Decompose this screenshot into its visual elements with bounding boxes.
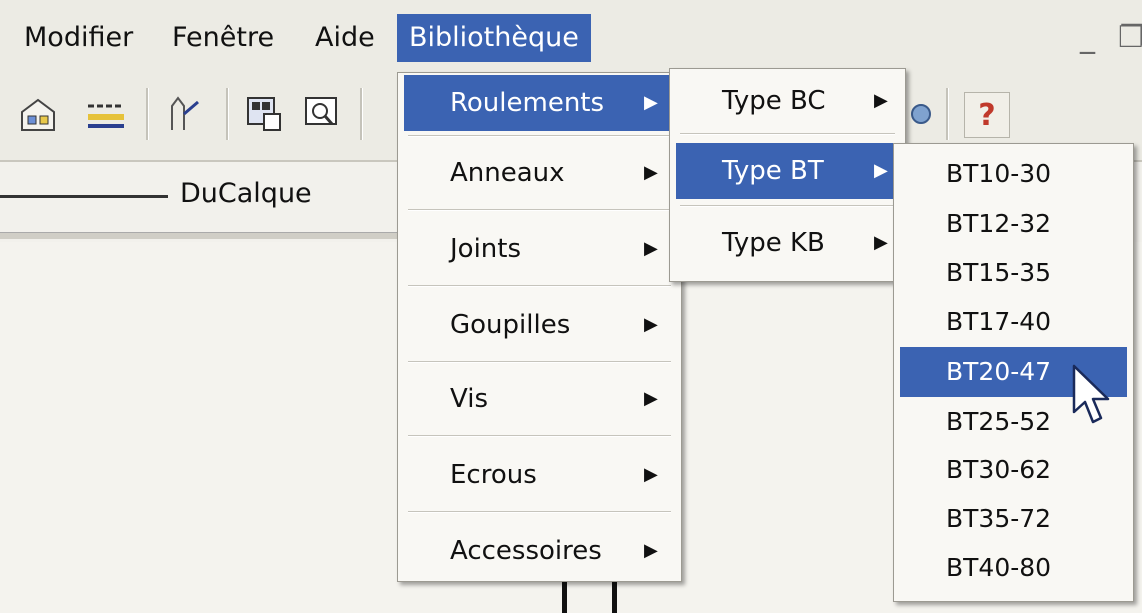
help-icon[interactable]: ?: [964, 92, 1010, 138]
match-properties-icon[interactable]: [162, 92, 206, 136]
menu-item-label: Type BT: [722, 156, 824, 186]
submenu-arrow-icon: ▶: [644, 314, 658, 335]
menu-item-type-bc[interactable]: Type BC ▶: [676, 73, 899, 129]
linetype-icon[interactable]: [84, 92, 128, 136]
layer-manager-icon[interactable]: [16, 92, 60, 136]
menu-item-label: Joints: [450, 234, 522, 264]
mouse-pointer-icon: [1072, 364, 1112, 434]
menu-item-bt30-62[interactable]: BT30-62: [900, 445, 1127, 495]
menu-fenetre[interactable]: Fenêtre: [160, 14, 286, 62]
menu-separator: [408, 361, 671, 363]
layer-name[interactable]: DuCalque: [180, 178, 312, 209]
menu-item-label: Type KB: [722, 228, 825, 258]
menu-separator: [408, 511, 671, 513]
menu-item-label: Type BC: [722, 86, 826, 116]
toolbar-separator: [360, 88, 363, 140]
menu-separator: [408, 435, 671, 437]
menu-item-ecrous[interactable]: Ecrous ▶: [404, 447, 675, 503]
drawing-line: [612, 582, 617, 613]
menu-item-label: Roulements: [450, 88, 605, 118]
menu-separator: [680, 133, 895, 135]
submenu-arrow-icon: ▶: [644, 464, 658, 485]
menu-item-label: BT25-52: [946, 407, 1052, 436]
menu-item-accessoires[interactable]: Accessoires ▶: [404, 523, 675, 579]
submenu-arrow-icon: ▶: [644, 388, 658, 409]
layer-bar-border: [0, 232, 400, 239]
bibliotheque-menu: Roulements ▶ Anneaux ▶ Joints ▶ Goupille…: [397, 72, 682, 582]
menu-item-type-bt[interactable]: Type BT ▶: [676, 143, 899, 199]
minimize-button[interactable]: _: [1080, 20, 1095, 55]
submenu-arrow-icon: ▶: [874, 232, 888, 253]
menu-item-bt17-40[interactable]: BT17-40: [900, 297, 1127, 347]
submenu-arrow-icon: ▶: [644, 92, 658, 113]
menu-bibliotheque[interactable]: Bibliothèque: [397, 14, 591, 62]
menu-item-bt15-35[interactable]: BT15-35: [900, 248, 1127, 298]
submenu-arrow-icon: ▶: [874, 160, 888, 181]
menu-separator: [408, 209, 671, 211]
menu-separator: [408, 135, 671, 137]
menu-item-goupilles[interactable]: Goupilles ▶: [404, 297, 675, 353]
toolbar-separator: [226, 88, 229, 140]
menu-item-type-kb[interactable]: Type KB ▶: [676, 215, 899, 271]
submenu-arrow-icon: ▶: [644, 540, 658, 561]
menu-aide[interactable]: Aide: [303, 14, 387, 62]
menu-item-label: BT15-35: [946, 258, 1052, 287]
menu-item-bt35-72[interactable]: BT35-72: [900, 494, 1127, 544]
menu-item-bt40-80[interactable]: BT40-80: [900, 543, 1127, 593]
menu-item-label: Ecrous: [450, 460, 537, 490]
zoom-window-icon[interactable]: [300, 92, 344, 136]
menu-item-label: Anneaux: [450, 158, 565, 188]
submenu-arrow-icon: ▶: [644, 162, 658, 183]
menu-item-label: BT40-80: [946, 553, 1052, 582]
menu-item-label: Accessoires: [450, 536, 602, 566]
roulements-submenu: Type BC ▶ Type BT ▶ Type KB ▶: [669, 68, 906, 282]
menu-item-label: BT10-30: [946, 159, 1052, 188]
menu-modifier[interactable]: Modifier: [12, 14, 145, 62]
menu-bar: Modifier Fenêtre Aide Bibliothèque _ ❐: [0, 0, 1142, 73]
lineweight-preview: [0, 195, 168, 198]
restore-button[interactable]: ❐: [1118, 20, 1142, 55]
cog-icon[interactable]: [904, 92, 948, 136]
menu-item-label: BT17-40: [946, 307, 1052, 336]
toolbar-separator: [146, 88, 149, 140]
submenu-arrow-icon: ▶: [874, 90, 888, 111]
block-editor-icon[interactable]: [242, 92, 286, 136]
submenu-arrow-icon: ▶: [644, 238, 658, 259]
menu-item-roulements[interactable]: Roulements ▶: [404, 75, 675, 131]
menu-separator: [680, 205, 895, 207]
menu-item-anneaux[interactable]: Anneaux ▶: [404, 145, 675, 201]
drawing-line: [562, 582, 567, 613]
menu-item-label: BT12-32: [946, 209, 1052, 238]
menu-separator: [408, 285, 671, 287]
menu-item-bt12-32[interactable]: BT12-32: [900, 199, 1127, 249]
menu-item-vis[interactable]: Vis ▶: [404, 371, 675, 427]
menu-item-label: BT35-72: [946, 504, 1052, 533]
menu-item-joints[interactable]: Joints ▶: [404, 221, 675, 277]
menu-item-label: Vis: [450, 384, 488, 414]
menu-item-bt10-30[interactable]: BT10-30: [900, 149, 1127, 199]
menu-item-label: BT20-47: [946, 357, 1052, 386]
menu-item-label: BT30-62: [946, 455, 1052, 484]
menu-item-label: Goupilles: [450, 310, 571, 340]
